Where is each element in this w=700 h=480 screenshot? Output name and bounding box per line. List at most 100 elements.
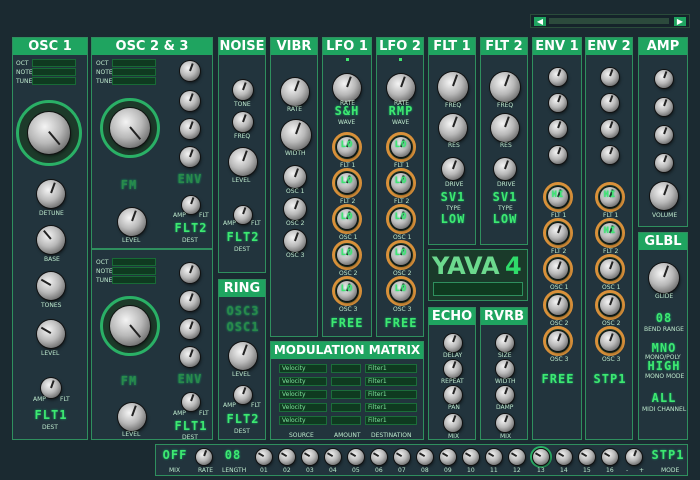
osc3-knob-d[interactable]	[180, 347, 200, 367]
mod-dest-5[interactable]: Filter1	[365, 416, 417, 425]
amp-flt-knob[interactable]	[234, 206, 252, 224]
level-knob[interactable]	[229, 148, 257, 176]
ring-level-knob[interactable]	[229, 342, 257, 370]
step-knob-03[interactable]	[302, 449, 318, 465]
ring-source-2[interactable]: OSC1	[225, 320, 261, 334]
mod-dest-2[interactable]: Filter1	[365, 377, 417, 386]
step-knob-14[interactable]	[556, 449, 572, 465]
arrow-left-icon[interactable]: ◀	[534, 17, 546, 26]
step-knob-04[interactable]	[325, 449, 341, 465]
amp-flt-knob[interactable]	[41, 378, 61, 398]
mod-amount-1[interactable]	[331, 364, 361, 373]
step-knob-12[interactable]	[509, 449, 525, 465]
width-knob[interactable]	[281, 120, 311, 150]
mod-source-4[interactable]: Velocity	[279, 403, 327, 412]
noise-dest-value[interactable]: FLT2	[225, 230, 261, 244]
level-knob[interactable]	[37, 320, 65, 348]
mod-dest-1[interactable]: Filter1	[365, 364, 417, 373]
osc2-dest-value[interactable]: FLT2	[174, 221, 208, 235]
tones-knob[interactable]	[37, 272, 65, 300]
mod-source-5[interactable]: Velocity	[279, 416, 327, 425]
ring-dest-value[interactable]: FLT2	[225, 412, 261, 426]
rate-knob[interactable]	[281, 78, 309, 106]
osc3-knob-a[interactable]	[180, 263, 200, 283]
tune-display[interactable]	[112, 276, 156, 284]
mod-source-2[interactable]: Velocity	[279, 377, 327, 386]
env2-knob-osc2[interactable]	[600, 295, 620, 315]
drive-knob[interactable]	[494, 158, 516, 180]
step-knob-10[interactable]	[463, 449, 479, 465]
ring-amp-flt-knob[interactable]	[234, 386, 252, 404]
mod-amount-2[interactable]	[331, 377, 361, 386]
delay-knob[interactable]	[444, 334, 462, 352]
mod-amount-3[interactable]	[331, 390, 361, 399]
seq-rate-knob[interactable]	[196, 449, 212, 465]
env1-knob-osc3[interactable]	[548, 331, 568, 351]
lfo1-rate-knob[interactable]	[333, 74, 361, 102]
tone-knob[interactable]	[233, 80, 253, 100]
midi-channel-value[interactable]: ALL	[649, 391, 679, 405]
note-display[interactable]	[112, 68, 156, 76]
mod-amount-5[interactable]	[331, 416, 361, 425]
osc3-dest-value[interactable]: FLT1	[174, 419, 208, 433]
env2-knob-1[interactable]	[601, 68, 619, 86]
oct-display[interactable]	[32, 59, 76, 67]
ring-source-1[interactable]: OSC3	[225, 304, 261, 318]
osc3-amp-flt-knob[interactable]	[182, 393, 200, 411]
env2-knob-3[interactable]	[601, 120, 619, 138]
amp-knob-3[interactable]	[655, 126, 673, 144]
env1-knob-4[interactable]	[549, 146, 567, 164]
env2-knob-osc1[interactable]	[600, 259, 620, 279]
size-knob[interactable]	[496, 334, 514, 352]
res-knob[interactable]	[439, 114, 467, 142]
seq-mode-value[interactable]: STP1	[650, 448, 686, 462]
bend-range-value[interactable]: 08	[649, 311, 679, 325]
step-knob-13[interactable]	[533, 449, 549, 465]
osc1-depth-knob[interactable]	[284, 166, 306, 188]
osc2-knob-b[interactable]	[180, 91, 200, 111]
mix-knob[interactable]	[444, 414, 462, 432]
osc2-depth-knob[interactable]	[284, 198, 306, 220]
osc2-knob-c[interactable]	[180, 119, 200, 139]
base-knob[interactable]	[37, 226, 65, 254]
oct-display[interactable]	[112, 59, 156, 67]
osc2-wave-knob[interactable]	[110, 108, 150, 148]
step-knob-05[interactable]	[348, 449, 364, 465]
step-knob-02[interactable]	[279, 449, 295, 465]
osc3-mode[interactable]: FM	[114, 374, 144, 388]
top-scrollbar[interactable]: ◀ ▶	[530, 14, 690, 28]
lfo2-mode[interactable]: FREE	[383, 316, 419, 330]
osc2-knob-d[interactable]	[180, 147, 200, 167]
amp-knob-1[interactable]	[655, 70, 673, 88]
res-knob[interactable]	[491, 114, 519, 142]
flt1-band[interactable]: LOW	[435, 212, 471, 226]
step-knob-16[interactable]	[602, 449, 618, 465]
osc1-wave-knob[interactable]	[28, 112, 70, 154]
oct-display[interactable]	[112, 258, 156, 266]
step-knob-07[interactable]	[394, 449, 410, 465]
env1-knob-2[interactable]	[549, 94, 567, 112]
pan-knob[interactable]	[444, 386, 462, 404]
osc3-knob-c[interactable]	[180, 319, 200, 339]
osc3-depth-knob[interactable]	[284, 230, 306, 252]
flt1-type-value[interactable]: SV1	[435, 190, 471, 204]
volume-knob[interactable]	[650, 182, 678, 210]
freq-knob[interactable]	[233, 112, 253, 132]
freq-knob[interactable]	[490, 72, 520, 102]
osc2-level-knob[interactable]	[118, 208, 146, 236]
seq-mix-value[interactable]: OFF	[160, 448, 190, 462]
lfo1-wave-value[interactable]: S&H	[329, 104, 365, 118]
env1-mode[interactable]: FREE	[540, 372, 576, 386]
mono-poly-value[interactable]: MNO	[649, 341, 679, 355]
mod-source-3[interactable]: Velocity	[279, 390, 327, 399]
step-knob-06[interactable]	[371, 449, 387, 465]
env1-knob-osc1[interactable]	[548, 259, 568, 279]
step-knob-11[interactable]	[486, 449, 502, 465]
width-knob[interactable]	[496, 360, 514, 378]
osc3-level-knob[interactable]	[118, 403, 146, 431]
osc3-env[interactable]: ENV	[174, 372, 206, 386]
env1-knob-flt2[interactable]	[548, 223, 568, 243]
amp-knob-2[interactable]	[655, 98, 673, 116]
step-knob-08[interactable]	[417, 449, 433, 465]
transpose-knob[interactable]	[626, 449, 642, 465]
